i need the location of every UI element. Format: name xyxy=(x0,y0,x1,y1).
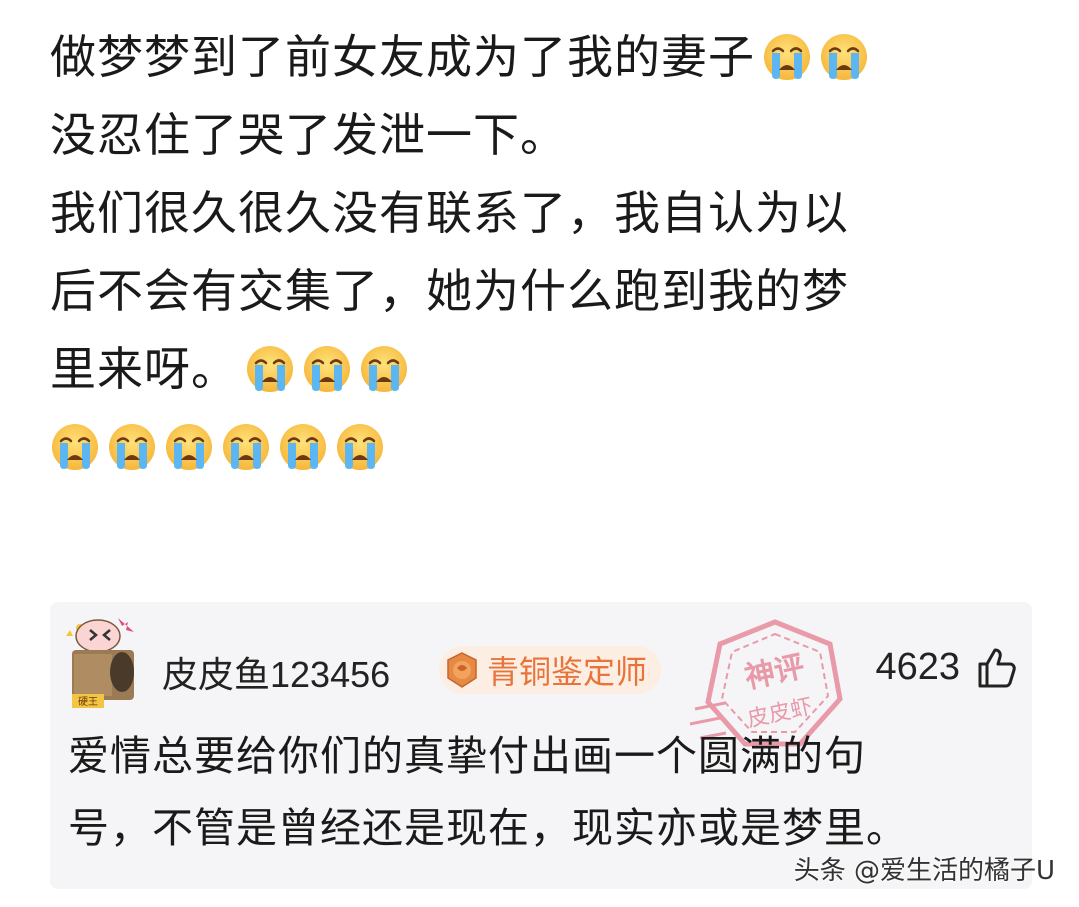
like-count: 4623 xyxy=(875,646,960,688)
avatar[interactable]: 硬王 xyxy=(60,614,152,710)
post-body: 做梦梦到了前女友成为了我的妻子 没忍住了哭了发泄一下。 我们很久很久没有联系了，… xyxy=(50,18,1050,486)
loudly-crying-face-icon xyxy=(245,344,295,394)
loudly-crying-face-icon xyxy=(762,32,812,82)
post-line-5: 里来呀。 xyxy=(50,330,1050,408)
badge-label: 青铜鉴定师 xyxy=(487,653,648,691)
loudly-crying-face-icon xyxy=(302,344,352,394)
user-badge[interactable]: 青铜鉴定师 xyxy=(439,646,662,694)
watermark: 头条 @爱生活的橘子U xyxy=(793,856,1055,886)
top-comment-card: 硬王 皮皮鱼123456 青铜鉴定师 神评 皮皮虾 4623 爱情总要给你们的真… xyxy=(50,602,1032,889)
loudly-crying-face-icon xyxy=(221,422,271,472)
loudly-crying-face-icon xyxy=(278,422,328,472)
post-line-3: 我们很久很久没有联系了，我自认为以 xyxy=(50,174,1050,252)
post-line-2: 没忍住了哭了发泄一下。 xyxy=(50,96,1050,174)
comment-username[interactable]: 皮皮鱼123456 xyxy=(162,646,390,698)
loudly-crying-face-icon xyxy=(107,422,157,472)
post-text-line-5: 里来呀。 xyxy=(50,342,238,396)
comment-text-line-1: 爱情总要给你们的真挚付出画一个圆满的句 xyxy=(68,732,866,780)
post-line-4: 后不会有交集了，她为什么跑到我的梦 xyxy=(50,252,1050,330)
comment-text: 爱情总要给你们的真挚付出画一个圆满的句 号，不管是曾经还是现在，现实亦或是梦里。 xyxy=(68,720,1018,864)
post-text-line-2: 没忍住了哭了发泄一下。 xyxy=(50,108,567,162)
loudly-crying-face-icon xyxy=(359,344,409,394)
post-text-line-3: 我们很久很久没有联系了，我自认为以 xyxy=(50,186,849,240)
loudly-crying-face-icon xyxy=(819,32,869,82)
thumbs-up-icon[interactable] xyxy=(974,646,1018,690)
post-line-1: 做梦梦到了前女友成为了我的妻子 xyxy=(50,18,1050,96)
loudly-crying-face-icon xyxy=(50,422,100,472)
post-text-line-1: 做梦梦到了前女友成为了我的妻子 xyxy=(50,30,755,84)
post-line-6 xyxy=(50,408,1050,486)
stamp-top-text: 神评 xyxy=(742,649,808,696)
avatar-tag: 硬王 xyxy=(78,696,98,708)
post-text-line-4: 后不会有交集了，她为什么跑到我的梦 xyxy=(50,264,849,318)
bronze-medal-icon xyxy=(447,652,477,688)
loudly-crying-face-icon xyxy=(335,422,385,472)
loudly-crying-face-icon xyxy=(164,422,214,472)
